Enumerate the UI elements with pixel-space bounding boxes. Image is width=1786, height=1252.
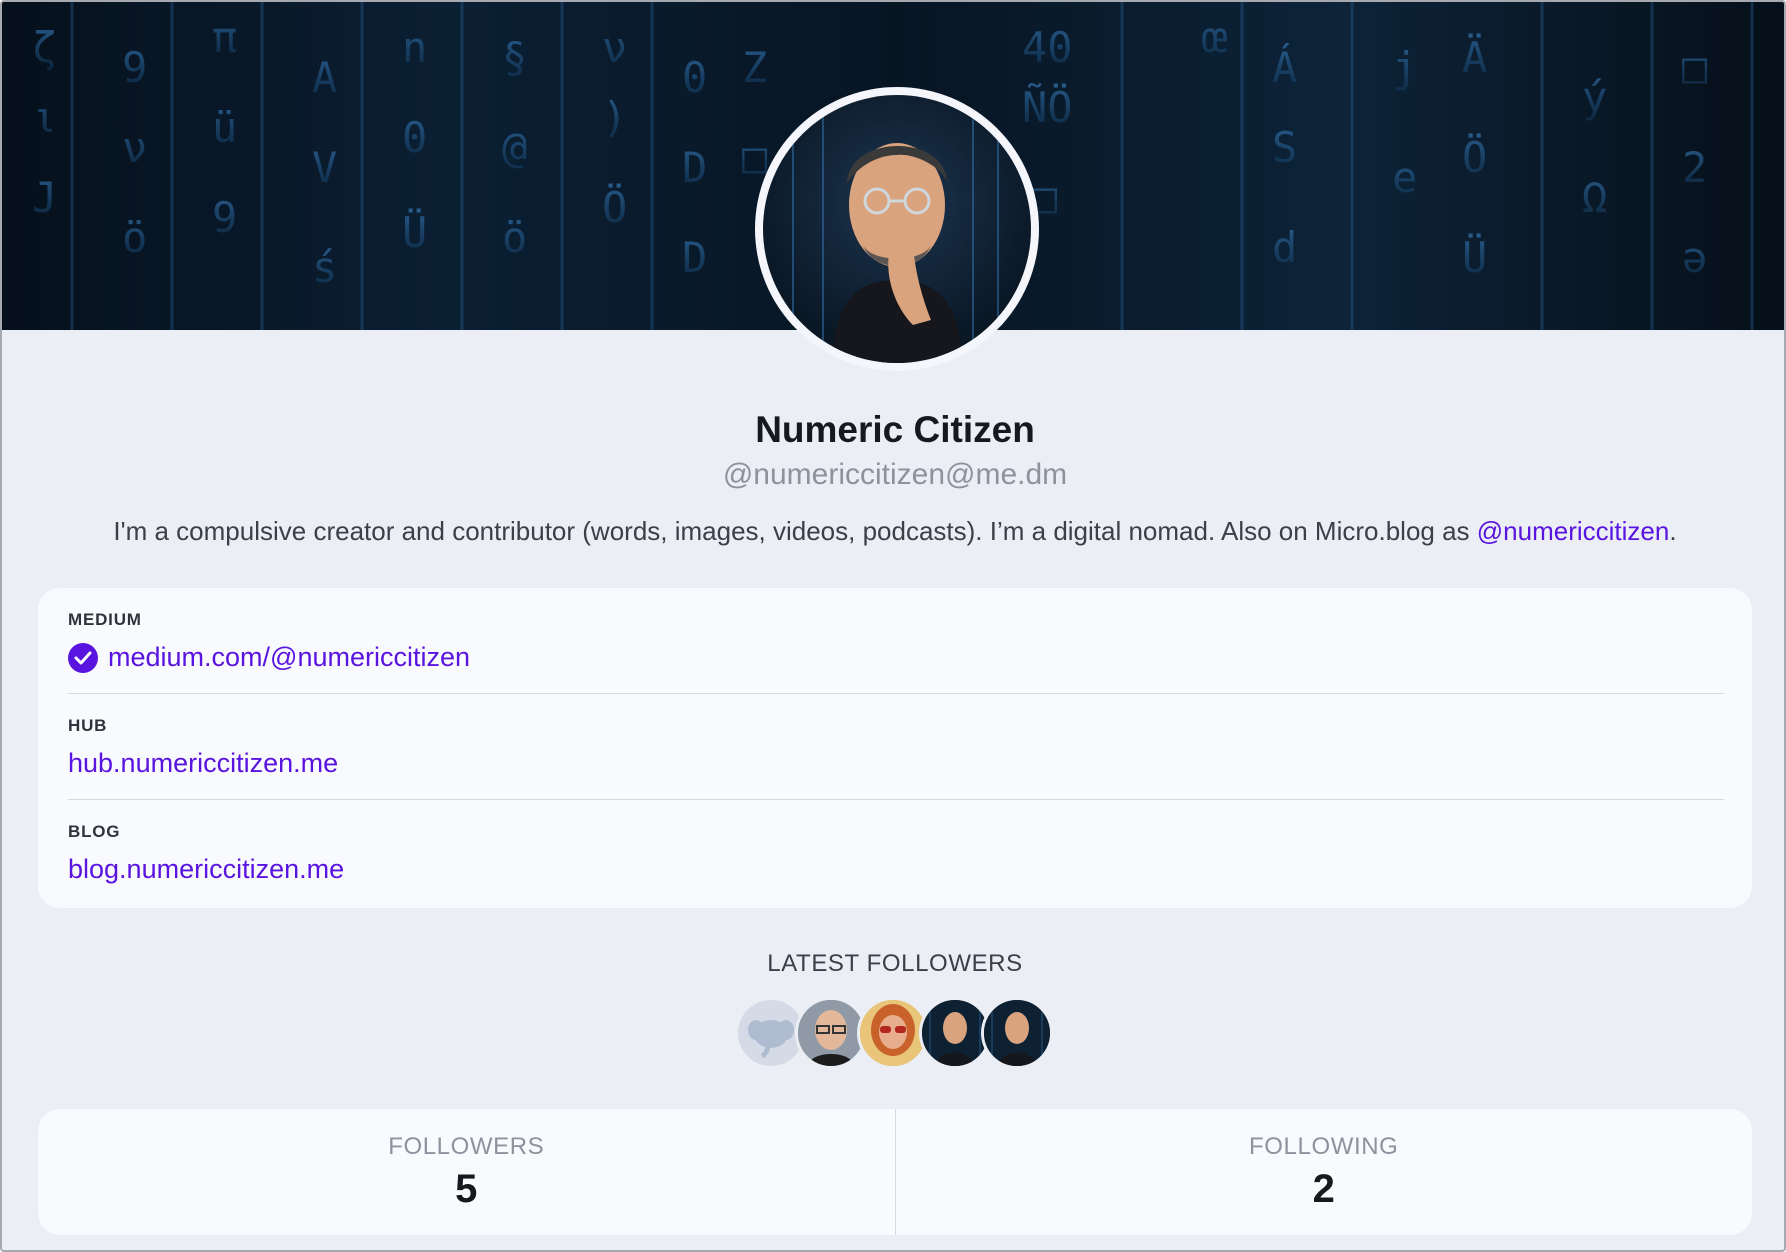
svg-text:9: 9 xyxy=(212,193,237,242)
svg-text:): ) xyxy=(602,93,627,142)
svg-text:ü: ü xyxy=(212,103,237,152)
svg-text:ζ: ζ xyxy=(32,23,57,72)
field-label: MEDIUM xyxy=(68,610,142,629)
following-count: 2 xyxy=(1312,1167,1335,1211)
verified-check-icon xyxy=(68,642,98,673)
svg-text:§: § xyxy=(502,33,527,82)
svg-text:2: 2 xyxy=(1682,143,1707,192)
svg-text:Ü: Ü xyxy=(1462,232,1487,282)
field-link-blog[interactable]: blog.numericcitizen.me xyxy=(68,854,344,885)
svg-text:J: J xyxy=(32,173,57,222)
field-blog: BLOG blog.numericcitizen.me xyxy=(68,800,1724,906)
svg-text:ö: ö xyxy=(502,213,527,262)
svg-text:ν: ν xyxy=(602,23,627,72)
svg-text:@: @ xyxy=(502,123,527,172)
followers-label: FOLLOWERS xyxy=(388,1133,545,1160)
svg-text:ý: ý xyxy=(1582,73,1607,122)
field-label: HUB xyxy=(68,716,108,735)
latest-followers-avatars xyxy=(735,997,1065,1069)
latest-followers-title: LATEST FOLLOWERS xyxy=(767,950,1023,977)
field-link-hub[interactable]: hub.numericcitizen.me xyxy=(68,748,338,779)
profile-handle: @numericcitizen@me.dm xyxy=(722,458,1068,491)
svg-text:d: d xyxy=(1272,223,1297,272)
field-hub: HUB hub.numericcitizen.me xyxy=(68,694,1724,800)
svg-text:□: □ xyxy=(742,133,768,182)
svg-text:n: n xyxy=(402,23,427,72)
svg-text:π: π xyxy=(212,13,237,62)
svg-text:e: e xyxy=(1392,153,1417,202)
field-value: medium.com/@numericcitizen xyxy=(108,642,471,672)
svg-text:9: 9 xyxy=(122,43,147,92)
svg-text:ι: ι xyxy=(32,93,57,142)
svg-text:ś: ś xyxy=(312,243,337,292)
profile-page: ζιJ 9νö πü9 AVś n0Ü § @ ö ν) Ö 0DD Z □ 40 ÑÖ □… xyxy=(0,0,1786,1252)
svg-text:V: V xyxy=(312,143,337,192)
bio-text: I'm a compulsive creator and contributor… xyxy=(113,516,1477,546)
svg-text:S: S xyxy=(1272,123,1297,172)
svg-text:40: 40 xyxy=(1022,23,1073,72)
svg-text:A: A xyxy=(312,53,337,102)
svg-text:ö: ö xyxy=(122,213,147,262)
field-link-medium[interactable]: medium.com/@numericcitizen xyxy=(68,642,470,673)
svg-text:Z: Z xyxy=(742,43,767,92)
avatar-illustration xyxy=(763,95,1031,363)
svg-text:j: j xyxy=(1392,43,1417,92)
follow-stats-card: FOLLOWERS 5 FOLLOWING 2 xyxy=(38,1109,1752,1235)
profile-bio: I'm a compulsive creator and contributor… xyxy=(2,516,1784,547)
svg-text:ν: ν xyxy=(122,123,147,172)
svg-text:Á: Á xyxy=(1272,42,1297,92)
svg-text:Ä: Ä xyxy=(1462,32,1487,82)
svg-text:0: 0 xyxy=(682,53,707,102)
field-label: BLOG xyxy=(68,822,121,841)
svg-text:ə: ə xyxy=(1682,233,1707,282)
svg-text:D: D xyxy=(682,233,707,282)
following-label: FOLLOWING xyxy=(1249,1133,1399,1160)
svg-text:Ü: Ü xyxy=(402,207,427,257)
profile-fields-card: MEDIUM medium.com/@numericcitizen HUB hu… xyxy=(38,588,1752,908)
svg-text:Ω: Ω xyxy=(1582,173,1607,222)
svg-text:œ: œ xyxy=(1202,13,1227,62)
bio-mention-link[interactable]: @numericcitizen xyxy=(1477,516,1670,546)
followers-stat[interactable]: FOLLOWERS 5 xyxy=(38,1109,895,1235)
svg-text:0: 0 xyxy=(402,113,427,162)
field-medium: MEDIUM medium.com/@numericcitizen xyxy=(68,588,1724,694)
svg-text:□: □ xyxy=(1682,43,1708,92)
svg-text:ÑÖ: ÑÖ xyxy=(1022,82,1073,132)
svg-text:Ö: Ö xyxy=(602,182,627,232)
following-stat[interactable]: FOLLOWING 2 xyxy=(894,1109,1753,1235)
bio-end: . xyxy=(1669,516,1677,546)
profile-display-name: Numeric Citizen xyxy=(755,409,1035,450)
svg-text:D: D xyxy=(682,143,707,192)
follower-avatar-numeric-citizen[interactable] xyxy=(981,997,1053,1069)
svg-text:Ö: Ö xyxy=(1462,132,1487,182)
followers-count: 5 xyxy=(455,1167,478,1211)
profile-avatar[interactable] xyxy=(755,87,1039,371)
